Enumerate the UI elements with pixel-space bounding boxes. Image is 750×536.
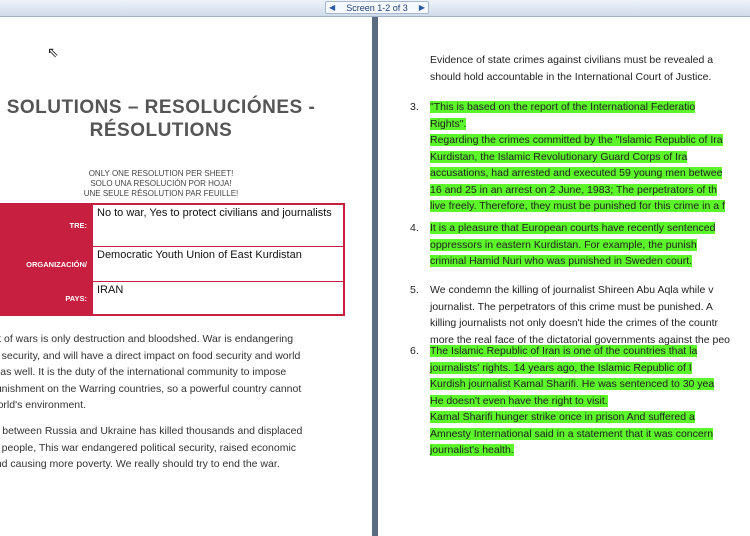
list-item: 5. We condemn the killing of journalist …	[406, 282, 750, 348]
text-line: ult of wars is only destruction and bloo…	[0, 333, 294, 345]
prev-page-icon[interactable]: ◀	[329, 3, 335, 12]
text-line: Kurdistan, the Islamic Revolutionary Gua…	[430, 150, 688, 163]
mouse-cursor-icon: ⇖	[47, 44, 59, 60]
list-item: 3. "This is based on the report of the I…	[406, 99, 750, 215]
rule-note: ONLY ONE RESOLUTION PER SHEET! SOLO UNA …	[0, 169, 322, 199]
screen-indicator: Screen 1-2 of 3	[346, 2, 408, 13]
title-line: RÉSOLUTIONS	[89, 120, 233, 141]
form-row-country: PAYS: IRAN	[0, 281, 343, 315]
text-line: "This is based on the report of the Inte…	[430, 101, 696, 113]
toolbar: ◀ Screen 1-2 of 3 ▶	[0, 0, 750, 17]
paragraph: ar between Russia and Ukraine has killed…	[0, 423, 342, 473]
item-number: 4.	[410, 222, 419, 234]
text-line: Kamal Sharifi hunger strike once in pris…	[430, 411, 695, 423]
text-line: Amnesty International said in a statemen…	[430, 427, 714, 440]
rule-line: SOLO UNA RESOLUCIÓN POR HOJA!	[90, 179, 232, 188]
next-page-icon[interactable]: ▶	[419, 3, 425, 12]
text-line: killing journalists not only doesn't hid…	[430, 317, 718, 329]
text-line: journalist's health.	[430, 444, 514, 456]
form-row-organization: ORGANIZACIÓN/ Democratic Youth Union of …	[0, 246, 343, 282]
resolution-form: TRE: No to war, Yes to protect civilians…	[0, 203, 345, 316]
text-line: Rights".	[430, 117, 467, 130]
text-line: 16 and 25 in an arrest on 2 June, 1983; …	[430, 183, 718, 196]
text-line: world's environment.	[0, 399, 86, 411]
text-line: The Islamic Republic of Iran is one of t…	[430, 345, 698, 357]
text-line: punishment on the Warring countries, so …	[0, 382, 302, 395]
text-line: We condemn the killing of journalist Shi…	[430, 284, 714, 296]
text-line: y, as well. It is the duty of the intern…	[0, 366, 287, 378]
text-line: oppressors in eastern Kurdistan. For exa…	[430, 238, 697, 251]
text-line: Regarding the crimes committed by the "I…	[430, 134, 723, 146]
paragraph: ult of wars is only destruction and bloo…	[0, 331, 342, 414]
list-item: 4. It is a pleasure that European courts…	[406, 220, 750, 270]
item-number: 3.	[410, 101, 419, 113]
list-item: 6. The Islamic Republic of Iran is one o…	[406, 343, 750, 459]
text-line: Evidence of state crimes against civilia…	[430, 54, 714, 66]
page-right: Evidence of state crimes against civilia…	[378, 17, 750, 536]
text-line: Kurdish journalist Kamal Sharifi. He was…	[430, 378, 715, 390]
form-label: TRE:	[0, 205, 92, 246]
form-value[interactable]: IRAN	[92, 282, 343, 315]
text-line: live freely. Therefore, they must be pun…	[430, 200, 725, 212]
form-value[interactable]: Democratic Youth Union of East Kurdistan	[92, 247, 343, 282]
text-line: and causing more poverty. We really shou…	[0, 458, 280, 470]
text-line: fe security, and will have a direct impa…	[0, 349, 301, 362]
text-line: of people, This war endangered political…	[0, 441, 297, 454]
page-navigator: ◀ Screen 1-2 of 3 ▶	[325, 1, 429, 14]
rule-line: UNE SEULE RÉSOLUTION PAR FEUILLE!	[83, 189, 239, 198]
text-line: He doesn't even have the right to visit.	[430, 394, 608, 407]
title-line: SOLUTIONS – RESOLUCIÓNES -	[6, 97, 316, 118]
text-line: It is a pleasure that European courts ha…	[430, 222, 716, 234]
document-title: SOLUTIONS – RESOLUCIÓNES - RÉSOLUTIONS	[0, 96, 322, 142]
text-line: criminal Hamid Nuri who was punished in …	[430, 255, 693, 267]
form-label: PAYS:	[0, 282, 92, 315]
item-number: 5.	[410, 284, 419, 296]
form-row-title: TRE: No to war, Yes to protect civilians…	[0, 205, 343, 246]
text-line: ar between Russia and Ukraine has killed…	[0, 425, 303, 437]
text-line: journalist. The perpetrators of this cri…	[430, 300, 713, 313]
form-label: ORGANIZACIÓN/	[0, 247, 92, 282]
form-value[interactable]: No to war, Yes to protect civilians and …	[92, 205, 343, 246]
text-line: should hold accountable in the Internati…	[430, 70, 712, 83]
text-line: accusations, had arrested and executed 5…	[430, 167, 723, 179]
rule-line: ONLY ONE RESOLUTION PER SHEET!	[88, 169, 234, 178]
item-number: 6.	[410, 345, 419, 357]
intro-paragraph: Evidence of state crimes against civilia…	[406, 52, 750, 85]
page-left: ⇖ SOLUTIONS – RESOLUCIÓNES - RÉSOLUTIONS…	[0, 17, 372, 536]
text-line: journalists' rights. 14 years ago, the I…	[430, 361, 692, 374]
